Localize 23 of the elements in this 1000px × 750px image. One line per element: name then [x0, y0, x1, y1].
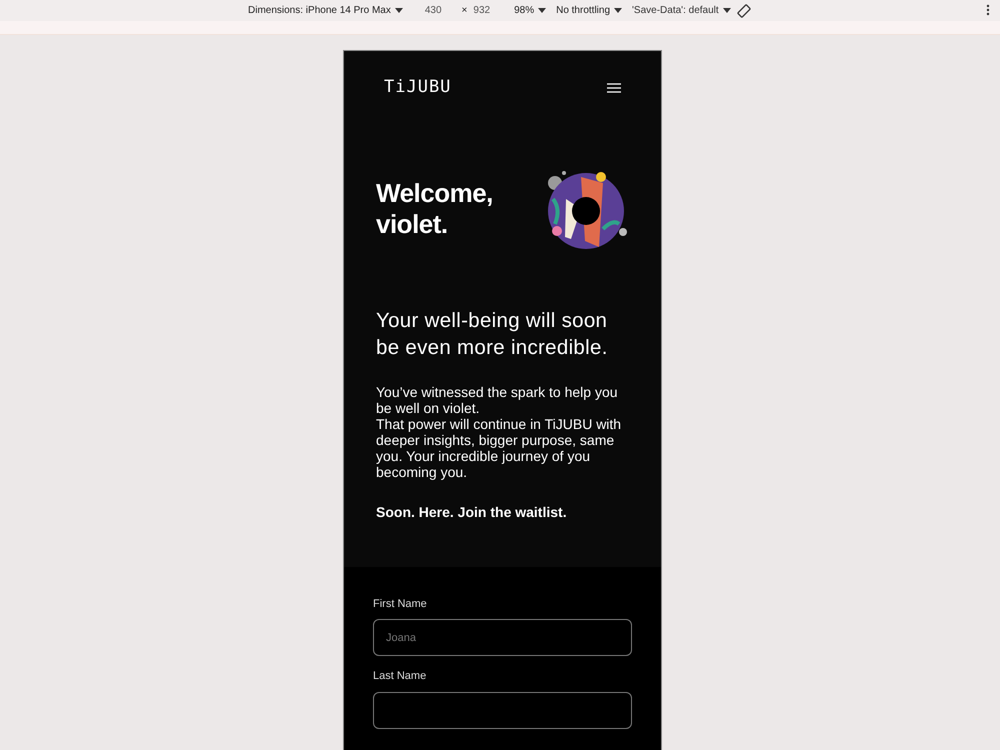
times-sign: ×	[462, 4, 468, 18]
zoom-dropdown[interactable]: 98%	[514, 3, 546, 18]
text-field[interactable]	[373, 692, 632, 728]
headline: Your well-being will soon be even more incredible.	[376, 308, 609, 360]
text-field[interactable]: Joana	[373, 619, 632, 656]
menu-icon[interactable]	[607, 82, 621, 93]
device-dropdown[interactable]: Dimensions: iPhone 14 Pro Max	[248, 3, 403, 18]
throttling-dropdown[interactable]: No throttling	[556, 3, 622, 18]
caret-icon	[614, 8, 622, 14]
save-data-dropdown[interactable]: 'Save-Data': default	[632, 3, 731, 18]
intro-paragraph: You’ve witnessed the spark to help you be well on violet. That power will continue in TiJUBU with deeper insights, bigger purpose, same you. Your incredible journey of you becoming you.	[376, 384, 622, 480]
waitlist-call: Soon. Here. Join the waitlist.	[376, 502, 568, 522]
more-icon[interactable]	[986, 4, 990, 16]
field-label: Last Name	[373, 669, 428, 684]
caret-icon	[394, 8, 403, 14]
welcome-heading: Welcome, violet.	[376, 178, 493, 240]
logo[interactable]: TiJUBU	[384, 75, 452, 100]
width-field[interactable]: 430	[424, 3, 442, 18]
caret-icon	[538, 8, 546, 14]
rotate-icon[interactable]	[736, 4, 751, 18]
caret-icon	[722, 8, 731, 14]
field-label: First Name	[373, 596, 428, 612]
height-field[interactable]: 932	[473, 3, 490, 18]
